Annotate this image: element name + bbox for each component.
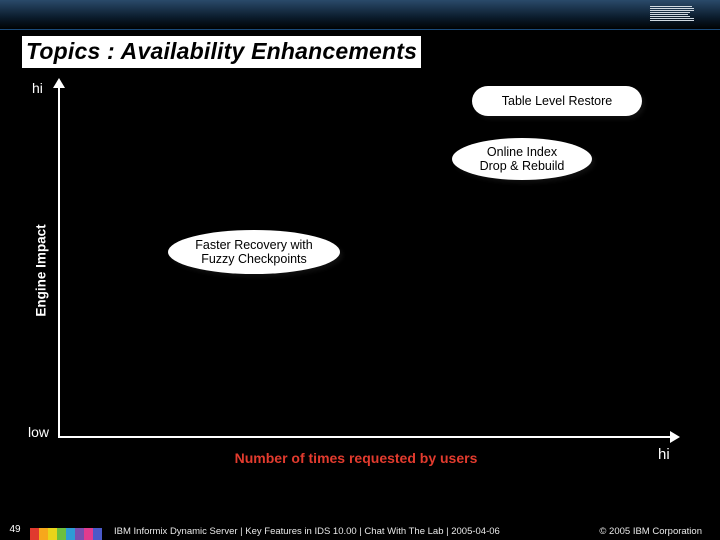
x-axis-arrow-icon	[670, 431, 680, 443]
y-axis-label: Engine Impact	[34, 224, 49, 316]
quadrant-chart: hi low hi Engine Impact Number of times …	[32, 80, 680, 460]
footer-right-text: © 2005 IBM Corporation	[599, 526, 702, 537]
y-axis-high-label: hi	[32, 80, 43, 96]
slide-title: Topics : Availability Enhancements	[22, 36, 421, 68]
y-axis-line	[58, 86, 60, 438]
bubble-label: Table Level Restore	[502, 94, 612, 108]
slide: Topics : Availability Enhancements hi lo…	[0, 0, 720, 540]
y-axis-low-label: low	[28, 424, 49, 440]
top-bar-divider	[0, 29, 720, 30]
top-bar	[0, 0, 720, 30]
bubble-label: Faster Recovery with	[195, 238, 312, 252]
footer-left-text: IBM Informix Dynamic Server | Key Featur…	[114, 526, 500, 537]
bubble-label: Fuzzy Checkpoints	[195, 252, 312, 266]
y-axis-label-wrap: Engine Impact	[34, 210, 48, 330]
footer: 49 IBM Informix Dynamic Server | Key Fea…	[0, 518, 720, 540]
bubble-online-index: Online Index Drop & Rebuild	[452, 138, 592, 180]
ibm-logo-icon	[650, 6, 694, 21]
color-stripes-icon	[30, 528, 102, 540]
y-axis-arrow-icon	[53, 78, 65, 88]
x-axis-label: Number of times requested by users	[32, 450, 680, 466]
page-number: 49	[0, 518, 30, 540]
bubble-label: Online Index	[480, 145, 565, 159]
x-axis-line	[58, 436, 672, 438]
bubble-label: Drop & Rebuild	[480, 159, 565, 173]
bubble-table-level-restore: Table Level Restore	[472, 86, 642, 116]
bubble-faster-recovery: Faster Recovery with Fuzzy Checkpoints	[168, 230, 340, 274]
